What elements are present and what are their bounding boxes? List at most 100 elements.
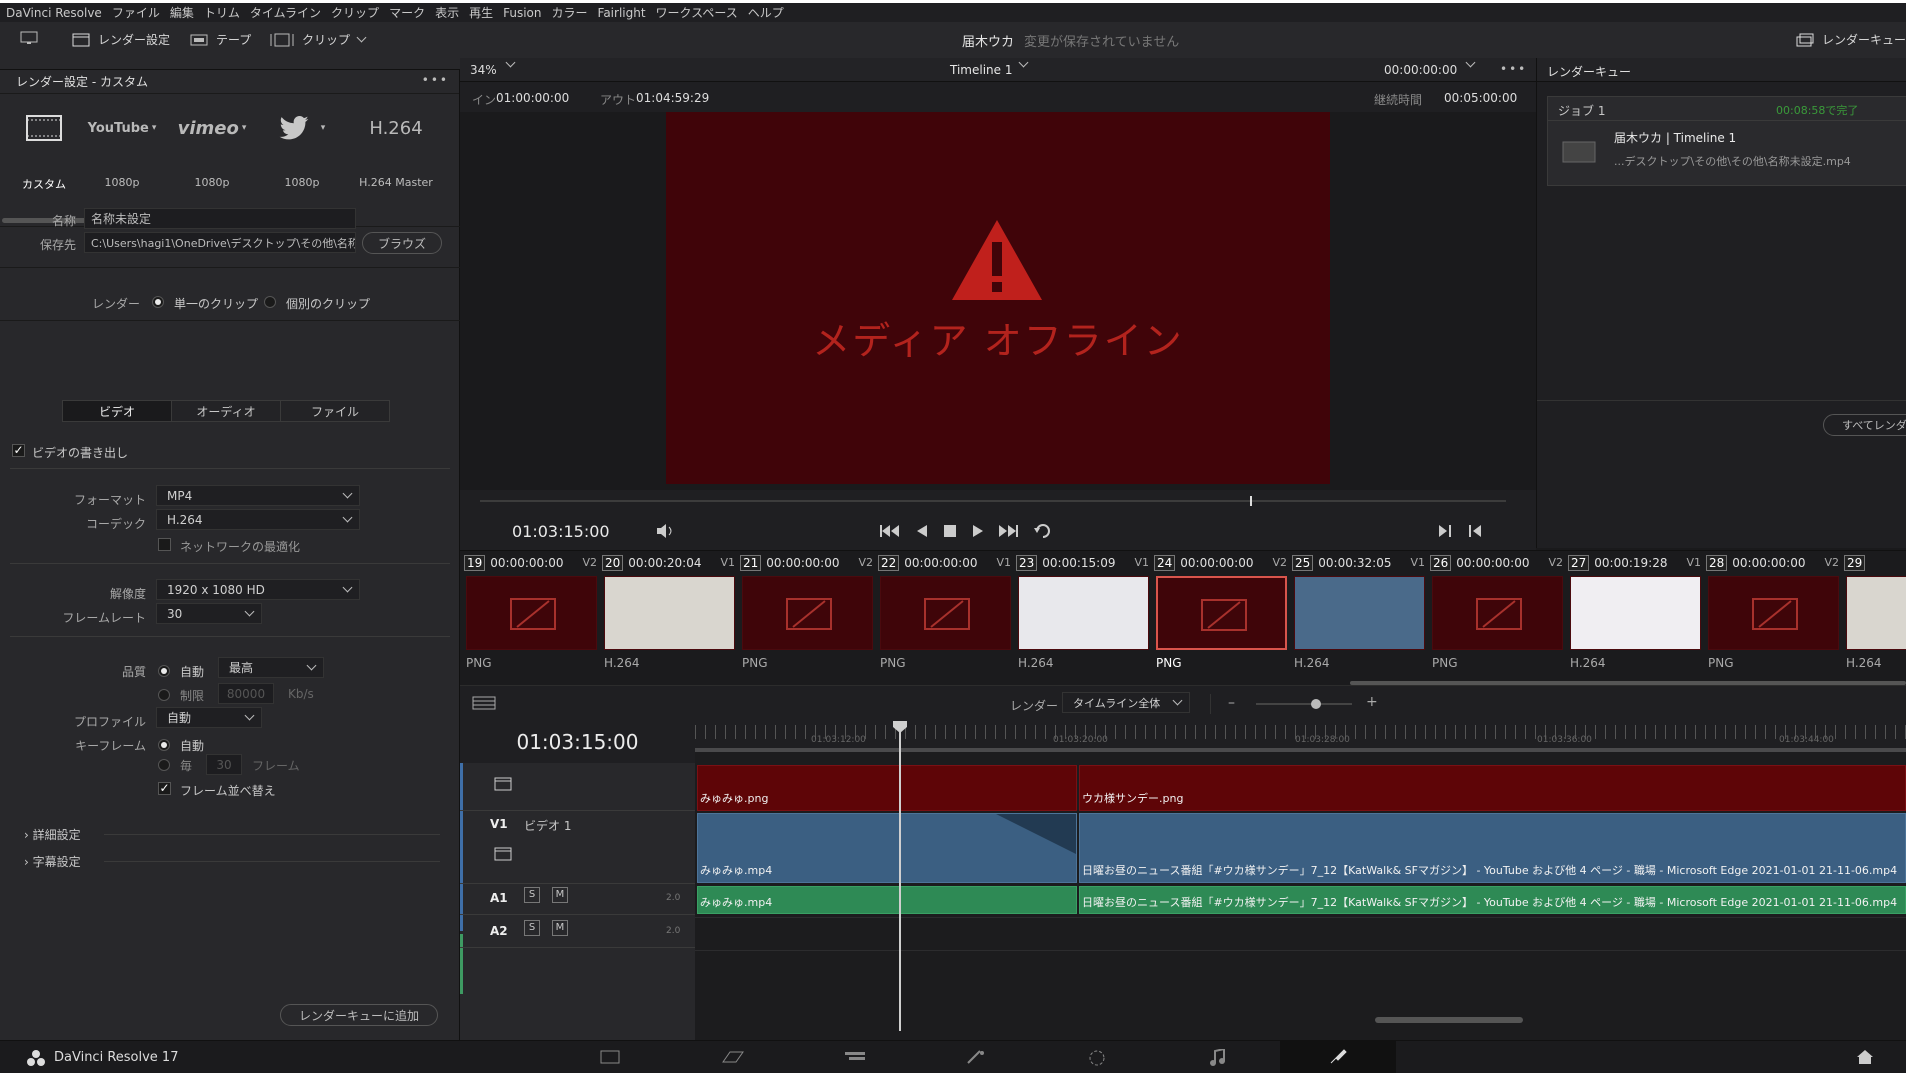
- preset-h264[interactable]: H.264 H.264 Master: [352, 94, 440, 224]
- add-to-render-queue-button[interactable]: レンダーキューに追加: [280, 1004, 438, 1026]
- stop-icon[interactable]: [944, 525, 956, 537]
- frame-reorder-checkbox[interactable]: ✓: [158, 782, 171, 795]
- clip-thumbnail[interactable]: 28 00:00:00:00 V2 PNG: [1702, 551, 1841, 681]
- playhead-line[interactable]: [899, 731, 901, 1031]
- zoom-dropdown[interactable]: 34%: [470, 57, 516, 77]
- advanced-settings-toggle[interactable]: › 詳細設定: [24, 826, 81, 843]
- menu-color[interactable]: カラー: [552, 4, 588, 21]
- clip-thumbnail[interactable]: 25 00:00:32:05 V1 H.264: [1288, 551, 1427, 681]
- menu-fairlight[interactable]: Fairlight: [598, 6, 646, 20]
- menu-timeline[interactable]: タイムライン: [250, 4, 321, 21]
- menu-clip[interactable]: クリップ: [331, 4, 379, 21]
- individual-clips-radio[interactable]: [264, 296, 276, 308]
- skip-to-start-icon[interactable]: [880, 524, 900, 538]
- timeline-options-icon[interactable]: [472, 696, 496, 710]
- menu-view[interactable]: 表示: [435, 4, 459, 21]
- v2-monitor-icon[interactable]: [494, 777, 512, 791]
- fusion-page-icon[interactable]: [966, 1049, 986, 1065]
- v2-clip-2[interactable]: ウカ様サンデー.png: [1079, 765, 1906, 811]
- viewer-timecode[interactable]: 00:00:00:00: [1384, 57, 1476, 77]
- a1-clip-2[interactable]: 日曜お昼のニュース番組「#ウカ様サンデー」7_12【KatWalk& SFマガジ…: [1079, 886, 1906, 914]
- menu-edit[interactable]: 編集: [170, 4, 194, 21]
- preset-youtube[interactable]: YouTube ▾ 1080p: [78, 94, 166, 224]
- zoom-in-icon[interactable]: +: [1366, 694, 1378, 710]
- media-page-icon[interactable]: [600, 1050, 620, 1064]
- volume-icon[interactable]: [656, 523, 676, 539]
- play-icon[interactable]: [972, 524, 984, 538]
- color-page-icon[interactable]: [1088, 1049, 1106, 1067]
- mark-out-icon[interactable]: [1468, 524, 1482, 538]
- browse-button[interactable]: ブラウズ: [362, 232, 442, 254]
- zoom-slider-handle[interactable]: [1311, 699, 1321, 709]
- v1-track-name[interactable]: ビデオ 1: [524, 817, 571, 834]
- clip-thumbnail[interactable]: 20 00:00:20:04 V1 H.264: [598, 551, 737, 681]
- a2-solo-button[interactable]: S: [524, 920, 540, 936]
- scrub-bar[interactable]: [480, 500, 1506, 502]
- menu-mark[interactable]: マーク: [389, 4, 425, 21]
- quality-auto-radio[interactable]: [158, 665, 170, 677]
- a1-mute-button[interactable]: M: [552, 887, 568, 903]
- monitor-toggle-button[interactable]: [20, 31, 38, 45]
- v1-clip-1[interactable]: みゅみゅ.mp4: [697, 813, 1077, 883]
- v1-clip-2[interactable]: 日曜お昼のニュース番組「#ウカ様サンデー」7_12【KatWalk& SFマガジ…: [1079, 813, 1906, 883]
- clip-thumbnail[interactable]: 21 00:00:00:00 V2 PNG: [736, 551, 875, 681]
- a1-clip-1[interactable]: みゅみゅ.mp4: [697, 886, 1077, 914]
- location-field[interactable]: C:\Users\hagi1\OneDrive\デスクトップ\その他\名称: [84, 232, 356, 253]
- in-value[interactable]: 01:00:00:00: [496, 91, 569, 105]
- timeline-scrollbar[interactable]: [1375, 1017, 1523, 1023]
- menu-trim[interactable]: トリム: [204, 4, 240, 21]
- preset-custom[interactable]: カスタム: [0, 94, 88, 224]
- play-reverse-icon[interactable]: [916, 524, 928, 538]
- v1-monitor-icon[interactable]: [494, 847, 512, 861]
- zoom-out-icon[interactable]: –: [1228, 695, 1235, 711]
- mark-in-icon[interactable]: [1438, 524, 1452, 538]
- clip-dropdown[interactable]: クリップ: [270, 31, 367, 48]
- preset-twitter[interactable]: ▾ 1080p: [258, 94, 346, 224]
- quality-dropdown[interactable]: 最高: [218, 657, 324, 678]
- timeline-selector[interactable]: Timeline 1: [950, 57, 1029, 77]
- timeline-ruler[interactable]: 01:03:12:00 01:03:20:00 01:03:28:00 01:0…: [695, 721, 1906, 751]
- render-queue-button[interactable]: レンダーキュー: [1796, 31, 1906, 48]
- framerate-dropdown[interactable]: 30: [156, 603, 262, 624]
- v2-clip-1[interactable]: みゅみゅ.png: [697, 765, 1077, 811]
- resolution-dropdown[interactable]: 1920 x 1080 HD: [156, 579, 360, 600]
- tab-video[interactable]: ビデオ: [63, 401, 172, 421]
- preset-vimeo[interactable]: vimeo ▾ 1080p: [168, 94, 256, 224]
- a1-solo-button[interactable]: S: [524, 887, 540, 903]
- menu-app[interactable]: DaVinci Resolve: [6, 6, 102, 20]
- menu-playback[interactable]: 再生: [469, 4, 493, 21]
- tape-button[interactable]: テープ: [190, 31, 251, 48]
- render-job-card[interactable]: ジョブ 1 00:08:58で完了 届木ウカ | Timeline 1 ...デ…: [1547, 96, 1906, 186]
- skip-to-end-icon[interactable]: [998, 524, 1018, 538]
- name-field[interactable]: 名称未設定: [84, 208, 356, 229]
- more-options-icon[interactable]: •••: [422, 73, 449, 87]
- edit-page-icon[interactable]: [844, 1050, 866, 1064]
- export-video-checkbox[interactable]: ✓: [12, 444, 25, 457]
- single-clip-radio[interactable]: [152, 296, 164, 308]
- scrub-playhead[interactable]: [1249, 496, 1252, 506]
- keyframe-every-field[interactable]: 30: [206, 754, 242, 775]
- render-range-dropdown[interactable]: タイムライン全体: [1062, 692, 1190, 713]
- timeline-timecode[interactable]: 01:03:15:00: [460, 721, 695, 763]
- menu-workspace[interactable]: ワークスペース: [656, 4, 738, 21]
- menu-help[interactable]: ヘルプ: [748, 4, 784, 21]
- keyframe-auto-radio[interactable]: [158, 739, 170, 751]
- out-value[interactable]: 01:04:59:29: [636, 91, 709, 105]
- a2-mute-button[interactable]: M: [552, 920, 568, 936]
- keyframe-every-radio[interactable]: [158, 759, 170, 771]
- render-settings-button[interactable]: レンダー設定: [72, 31, 170, 48]
- home-icon[interactable]: [1856, 1049, 1874, 1065]
- cut-page-icon[interactable]: [722, 1050, 744, 1064]
- loop-icon[interactable]: [1034, 523, 1054, 539]
- clip-thumbnail[interactable]: 23 00:00:15:09 V1 H.264: [1012, 551, 1151, 681]
- menu-fusion[interactable]: Fusion: [503, 6, 541, 20]
- zoom-slider[interactable]: [1256, 703, 1352, 705]
- subtitle-settings-toggle[interactable]: › 字幕設定: [24, 853, 81, 870]
- deliver-page-icon[interactable]: [1328, 1048, 1348, 1066]
- tab-file[interactable]: ファイル: [281, 401, 389, 421]
- tab-audio[interactable]: オーディオ: [172, 401, 281, 421]
- clip-thumbnail[interactable]: 29 H.264: [1840, 551, 1906, 681]
- clip-thumbnail[interactable]: 26 00:00:00:00 V2 PNG: [1426, 551, 1565, 681]
- clip-thumbnail[interactable]: 24 00:00:00:00 V2 PNG: [1150, 551, 1289, 681]
- menu-file[interactable]: ファイル: [112, 4, 160, 21]
